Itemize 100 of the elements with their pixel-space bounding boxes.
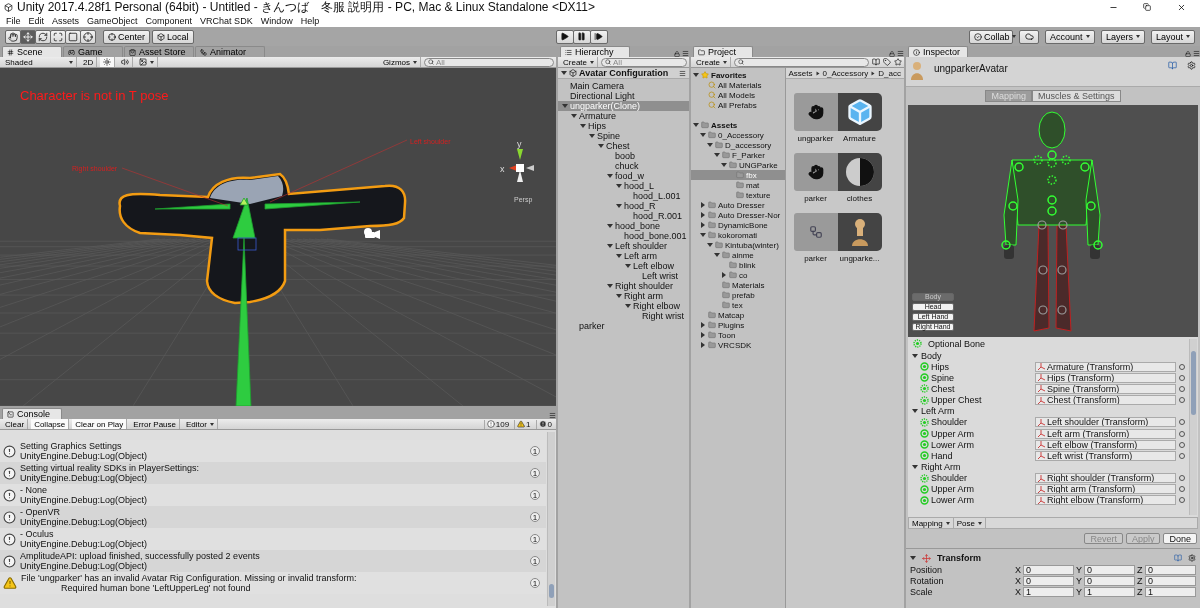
step-button[interactable] <box>589 29 608 44</box>
expand-arrow-icon[interactable] <box>607 243 613 249</box>
dropdown-button[interactable]: Layout <box>1151 29 1195 44</box>
expand-arrow-icon[interactable] <box>910 555 916 561</box>
expand-arrow-icon[interactable] <box>700 322 706 328</box>
panel-tab[interactable]: Scene <box>2 46 62 57</box>
tree-item[interactable]: All Models <box>691 90 785 100</box>
tree-item[interactable]: UNGParke <box>691 160 785 170</box>
tree-item[interactable]: Left shoulder <box>558 241 689 251</box>
number-field[interactable]: 0 <box>1145 575 1196 586</box>
panel-tab[interactable]: Hierarchy <box>560 46 630 57</box>
audio-toggle[interactable] <box>118 57 134 67</box>
tool-button[interactable] <box>50 29 66 44</box>
tree-item[interactable]: Directional Light <box>558 91 689 101</box>
tree-item[interactable]: mat <box>691 180 785 190</box>
count-toggle[interactable]: 1 <box>514 419 533 429</box>
expand-arrow-icon[interactable] <box>561 70 567 76</box>
dropdown-button[interactable]: Layers <box>1101 29 1145 44</box>
object-field[interactable]: Hips (Transform) <box>1035 372 1176 383</box>
collab-button[interactable]: Collab <box>969 29 1013 44</box>
tree-item[interactable]: F_Parker <box>691 150 785 160</box>
tree-item[interactable]: hood_bone.001 <box>558 231 689 241</box>
gizmos-dropdown[interactable]: Gizmos <box>379 57 421 67</box>
tree-item[interactable]: Right arm <box>558 291 689 301</box>
expand-arrow-icon[interactable] <box>580 123 586 129</box>
expand-arrow-icon[interactable] <box>912 464 918 470</box>
tree-item[interactable]: Kintuba(winter) <box>691 240 785 250</box>
tree-item[interactable]: Left arm <box>558 251 689 261</box>
expand-arrow-icon[interactable] <box>700 332 706 338</box>
tree-item[interactable]: tex <box>691 300 785 310</box>
tree-item[interactable]: D_accessory <box>691 140 785 150</box>
menu-dropdown[interactable]: Pose <box>953 518 986 528</box>
object-field[interactable]: Chest (Transform) <box>1035 395 1176 406</box>
tree-item[interactable]: Left wrist <box>558 271 689 281</box>
tree-item[interactable]: Matcap <box>691 310 785 320</box>
toggle-button[interactable]: Clear on Play <box>72 419 128 429</box>
asset-item[interactable]: Armature <box>837 93 882 143</box>
menu-item[interactable]: Help <box>296 15 324 26</box>
tree-item[interactable]: All Materials <box>691 80 785 90</box>
object-field[interactable]: Left elbow (Transform) <box>1035 439 1176 450</box>
effects-dropdown[interactable] <box>136 57 159 67</box>
mode-tab[interactable]: Muscles & Settings <box>1032 90 1121 102</box>
tree-item[interactable]: food_w <box>558 171 689 181</box>
number-field[interactable]: 1 <box>1084 586 1135 597</box>
asset-item[interactable]: ungparker <box>793 93 838 143</box>
breadcrumb-link[interactable]: Assets <box>788 68 813 78</box>
expand-arrow-icon[interactable] <box>714 252 720 258</box>
pause-button[interactable] <box>572 29 591 44</box>
dropdown-button[interactable]: Account <box>1045 29 1095 44</box>
expand-arrow-icon[interactable] <box>607 223 613 229</box>
tree-item[interactable]: boob <box>558 151 689 161</box>
scene-header[interactable]: Avatar Configuration <box>558 68 689 79</box>
tree-item[interactable]: Right wrist <box>558 311 689 321</box>
number-field[interactable]: 1 <box>1145 586 1196 597</box>
tool-button[interactable] <box>65 29 81 44</box>
tree-item[interactable]: DynamicBone <box>691 220 785 230</box>
panel-tab[interactable]: Project <box>693 46 753 57</box>
log-entry[interactable]: AmplitudeAPI: upload finished, successfully posted 2 events UnityEngine.Debug:Log(Object) 1 <box>0 550 546 572</box>
menu-item[interactable]: File <box>2 15 25 26</box>
count-toggle[interactable]: 0 <box>535 419 554 429</box>
expand-arrow-icon[interactable] <box>707 142 713 148</box>
expand-arrow-icon[interactable] <box>693 72 699 78</box>
tree-item[interactable]: All Prefabs <box>691 100 785 110</box>
object-field[interactable]: Left wrist (Transform) <box>1035 450 1176 461</box>
menu-item[interactable]: Assets <box>48 15 84 26</box>
expand-arrow-icon[interactable] <box>721 162 727 168</box>
asset-item[interactable]: parker <box>793 213 838 263</box>
number-field[interactable]: 0 <box>1023 564 1074 575</box>
object-field[interactable]: Left arm (Transform) <box>1035 428 1176 439</box>
tree-item[interactable]: blink <box>691 260 785 270</box>
expand-arrow-icon[interactable] <box>700 202 706 208</box>
asset-item[interactable]: parker <box>793 153 838 203</box>
count-toggle[interactable]: 109 <box>483 419 512 429</box>
play-button[interactable] <box>555 29 574 44</box>
menu-item[interactable]: VRChat SDK <box>196 15 257 26</box>
expand-arrow-icon[interactable] <box>700 342 706 348</box>
expand-arrow-icon[interactable] <box>607 173 613 179</box>
group-header[interactable]: Left Arm <box>908 405 1186 417</box>
expand-arrow-icon[interactable] <box>562 103 568 109</box>
panel-tab[interactable]: Game <box>63 46 123 57</box>
expand-arrow-icon[interactable] <box>912 352 918 359</box>
tree-item[interactable]: Main Camera <box>558 81 689 91</box>
group-header[interactable]: Body <box>908 350 1186 361</box>
menu-item[interactable]: Edit <box>24 15 49 26</box>
object-field[interactable]: Armature (Transform) <box>1035 361 1176 372</box>
expand-arrow-icon[interactable] <box>700 232 706 238</box>
menu-item[interactable]: GameObject <box>83 15 142 26</box>
tree-item[interactable]: co <box>691 270 785 280</box>
tree-item[interactable]: Toon <box>691 330 785 340</box>
tree-item[interactable]: hood_R <box>558 201 689 211</box>
tree-item[interactable]: Assets <box>691 120 785 130</box>
asset-item[interactable]: clothes <box>837 153 882 203</box>
tree-item[interactable]: Chest <box>558 141 689 151</box>
expand-arrow-icon[interactable] <box>616 253 622 259</box>
number-field[interactable]: 1 <box>1023 586 1074 597</box>
expand-arrow-icon[interactable] <box>714 152 720 158</box>
asset-item[interactable]: ungparke... <box>837 213 882 263</box>
tree-item[interactable]: ainme <box>691 250 785 260</box>
tree-item[interactable]: Right elbow <box>558 301 689 311</box>
tool-button[interactable] <box>35 29 51 44</box>
